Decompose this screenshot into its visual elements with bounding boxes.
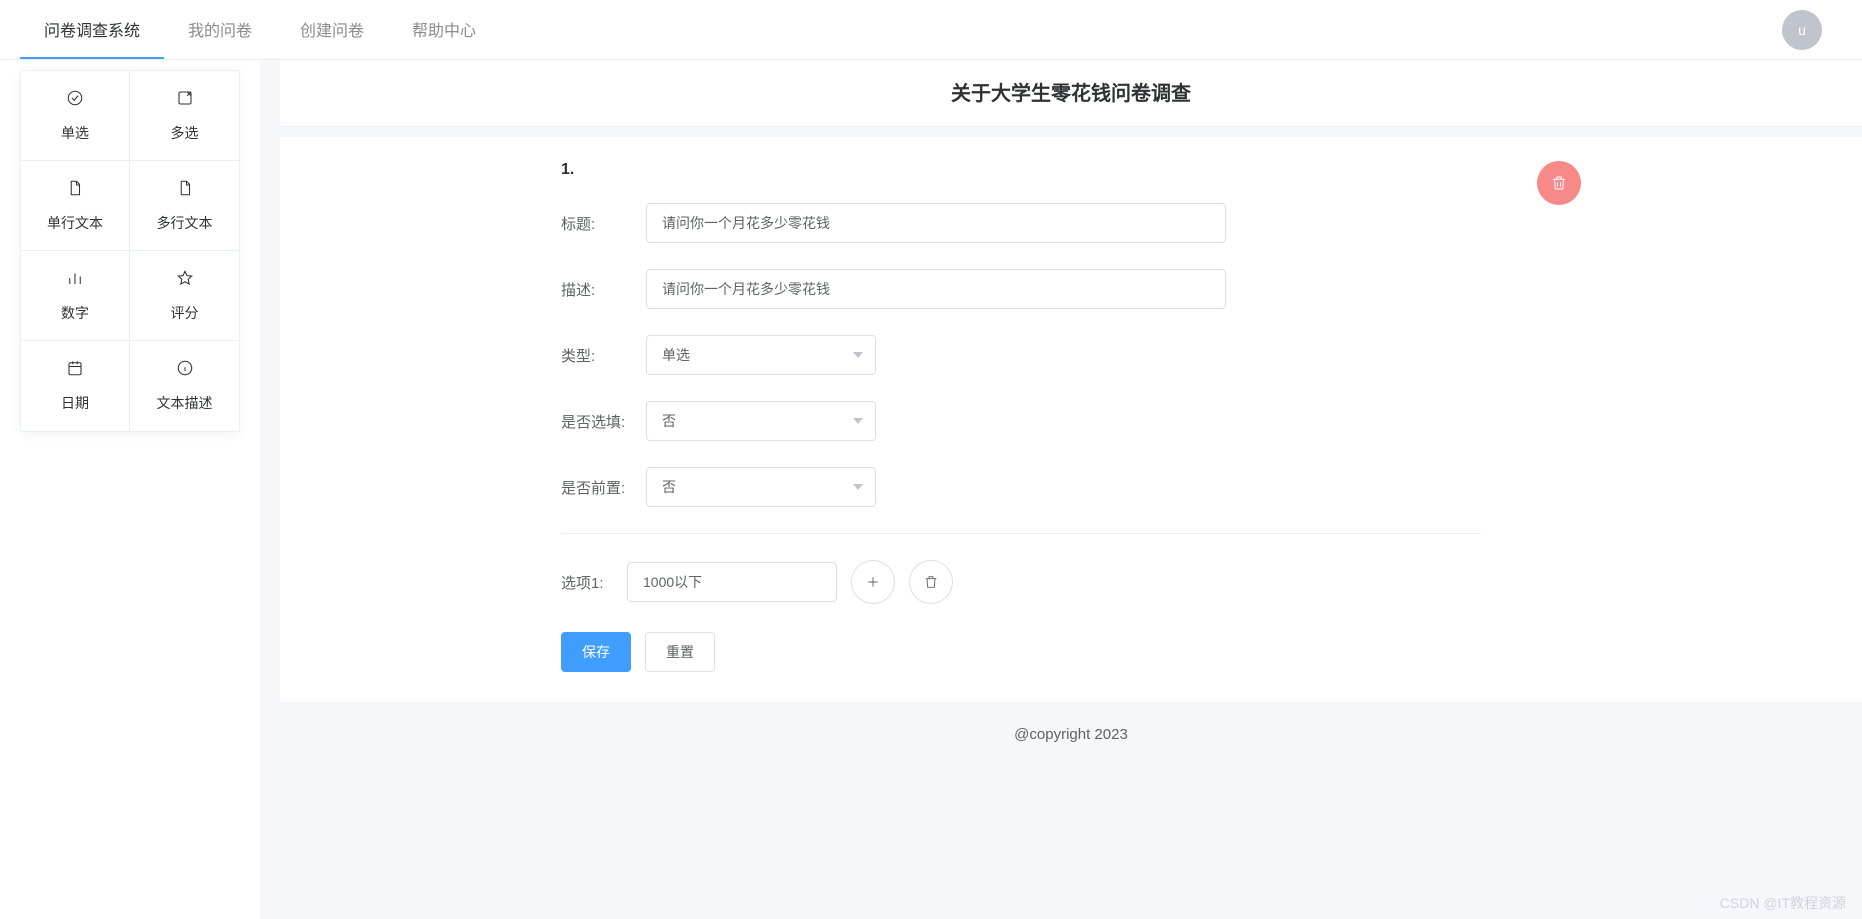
prefix-select[interactable]: 否 xyxy=(646,467,876,507)
title-input[interactable] xyxy=(646,203,1226,243)
palette-date[interactable]: 日期 xyxy=(21,341,130,431)
prefix-label: 是否前置: xyxy=(561,477,646,498)
nav-create[interactable]: 创建问卷 xyxy=(276,0,388,59)
remove-option-button[interactable] xyxy=(909,560,953,604)
type-label: 类型: xyxy=(561,345,646,366)
plus-icon xyxy=(865,574,881,590)
question-type-palette: 单选 多选 单行文本 多行文本 数字 xyxy=(20,70,240,432)
calendar-icon xyxy=(66,359,84,377)
footer-copyright: @copyright 2023 xyxy=(280,702,1862,773)
checkbox-icon xyxy=(176,89,194,107)
nav-help[interactable]: 帮助中心 xyxy=(388,0,500,59)
main-nav: 问卷调查系统 我的问卷 创建问卷 帮助中心 xyxy=(20,0,500,59)
type-select[interactable]: 单选 xyxy=(646,335,876,375)
chevron-down-icon xyxy=(853,484,863,490)
palette-single-text[interactable]: 单行文本 xyxy=(21,161,130,251)
required-label: 是否选填: xyxy=(561,411,646,432)
required-value: 否 xyxy=(662,411,676,431)
avatar[interactable]: u xyxy=(1782,10,1822,50)
palette-number[interactable]: 数字 xyxy=(21,251,130,341)
desc-label: 描述: xyxy=(561,279,646,300)
palette-label: 日期 xyxy=(61,393,89,413)
palette-checkbox[interactable]: 多选 xyxy=(130,71,239,161)
chevron-down-icon xyxy=(853,418,863,424)
chevron-down-icon xyxy=(853,352,863,358)
question-type-sidebar: 单选 多选 单行文本 多行文本 数字 xyxy=(0,60,260,919)
radio-icon xyxy=(66,89,84,107)
trash-icon xyxy=(1550,174,1568,192)
option1-label: 选项1: xyxy=(561,572,613,593)
palette-label: 单选 xyxy=(61,123,89,143)
desc-input[interactable] xyxy=(646,269,1226,309)
top-header: 问卷调查系统 我的问卷 创建问卷 帮助中心 u xyxy=(0,0,1862,60)
star-icon xyxy=(176,269,194,287)
palette-label: 多行文本 xyxy=(157,213,213,233)
required-select[interactable]: 否 xyxy=(646,401,876,441)
palette-desc[interactable]: 文本描述 xyxy=(130,341,239,431)
info-icon xyxy=(176,359,194,377)
add-option-button[interactable] xyxy=(851,560,895,604)
reset-button[interactable]: 重置 xyxy=(645,632,715,672)
title-label: 标题: xyxy=(561,213,646,234)
type-value: 单选 xyxy=(662,345,690,365)
question-number: 1. xyxy=(561,161,1481,179)
palette-label: 单行文本 xyxy=(47,213,103,233)
palette-radio[interactable]: 单选 xyxy=(21,71,130,161)
divider xyxy=(561,533,1481,534)
palette-multi-text[interactable]: 多行文本 xyxy=(130,161,239,251)
palette-label: 文本描述 xyxy=(157,393,213,413)
survey-title: 关于大学生零花钱问卷调查 xyxy=(280,60,1862,127)
delete-question-button[interactable] xyxy=(1537,161,1581,205)
bar-chart-icon xyxy=(66,269,84,287)
watermark: CSDN @IT教程资源 xyxy=(1720,893,1846,913)
file-icon xyxy=(66,179,84,197)
save-button[interactable]: 保存 xyxy=(561,632,631,672)
prefix-value: 否 xyxy=(662,477,676,497)
palette-label: 多选 xyxy=(171,123,199,143)
trash-icon xyxy=(923,574,939,590)
file-icon xyxy=(176,179,194,197)
palette-label: 数字 xyxy=(61,303,89,323)
question-card: 1. 标题: 描述: 类型: 单选 xyxy=(280,137,1862,702)
nav-system[interactable]: 问卷调查系统 xyxy=(20,0,164,59)
palette-rate[interactable]: 评分 xyxy=(130,251,239,341)
main-content: 关于大学生零花钱问卷调查 1. 标题: 描述: xyxy=(260,60,1862,919)
option1-input[interactable] xyxy=(627,562,837,602)
nav-my-surveys[interactable]: 我的问卷 xyxy=(164,0,276,59)
palette-label: 评分 xyxy=(171,303,199,323)
